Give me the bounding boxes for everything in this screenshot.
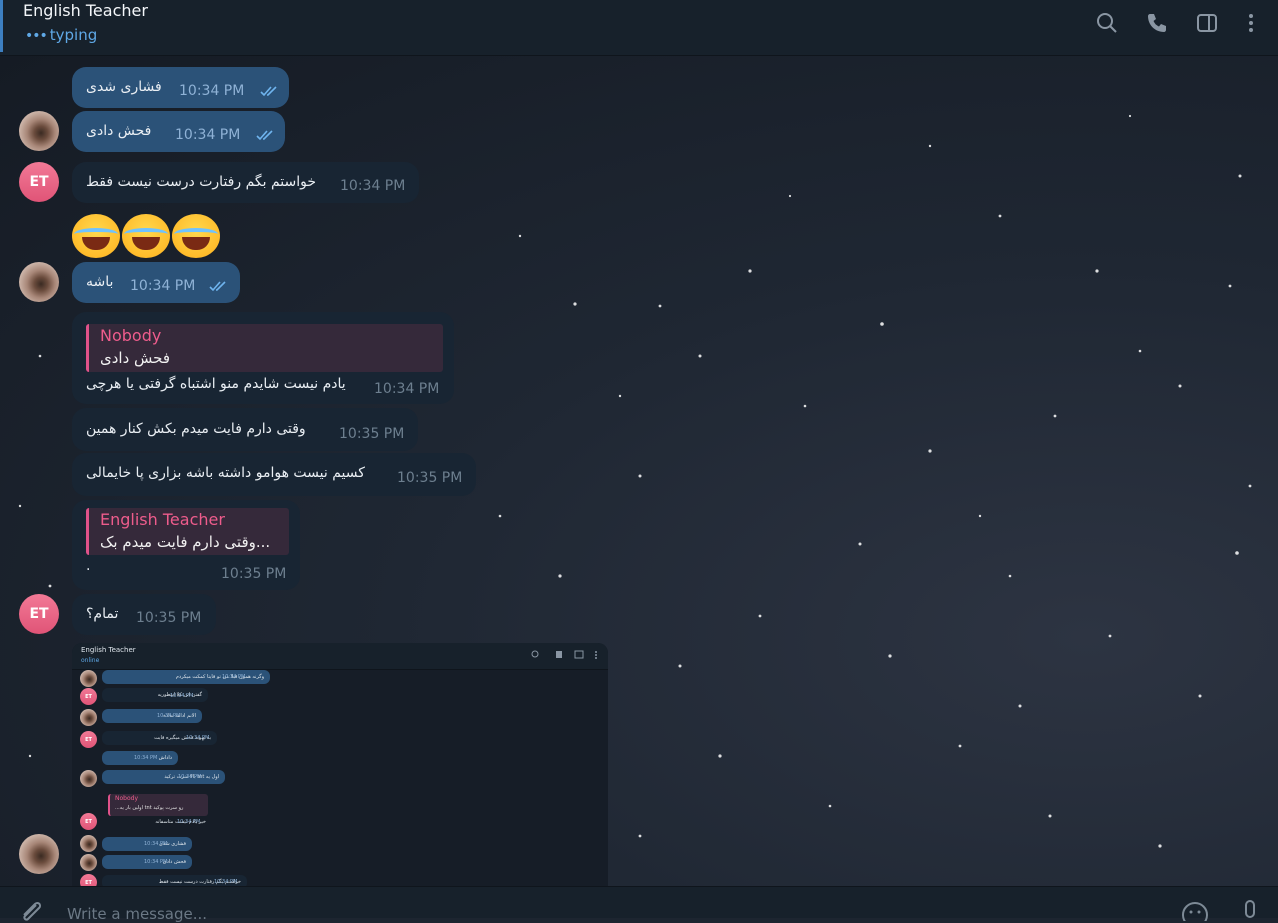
mini-avatar: ET	[80, 874, 97, 886]
mini-message: خیر یادم نیست متاسفانه 10:34 PM	[155, 819, 206, 825]
reply-quote[interactable]: English Teacher ...وقتی دارم فایت میدم ب…	[86, 508, 289, 555]
message-text: وقتی دارم فایت میدم بکش کنار همین	[86, 421, 306, 437]
message-text: تمام؟	[86, 606, 119, 622]
message-bubble[interactable]: فشاری شدی 10:34 PM	[72, 67, 289, 108]
laughing-emoji-icon	[172, 214, 220, 258]
reply-quote[interactable]: Nobody فحش دادی	[86, 324, 443, 372]
message-time: 10:34 PM	[374, 381, 440, 397]
emoji-picker-icon[interactable]	[1181, 901, 1209, 921]
message-time: 10:35 PM	[221, 566, 287, 582]
mini-avatar	[80, 770, 97, 787]
more-vert-icon[interactable]	[1239, 11, 1263, 35]
status-text: typing	[49, 26, 98, 44]
chat-status: ••• typing	[25, 26, 97, 44]
message-composer: Write a message...	[0, 886, 1278, 923]
screenshot-header: English Teacher online	[72, 643, 608, 670]
laughing-emoji-icon	[122, 214, 170, 258]
message-time: 10:35 PM	[339, 426, 405, 442]
double-check-icon	[260, 86, 277, 97]
mini-message: داداش 10:34 PM	[102, 751, 178, 765]
message-time: 10:35 PM	[136, 610, 202, 626]
screenshot-title: English Teacher	[81, 646, 136, 654]
message-bubble[interactable]: کسیم نیست هوامو داشته باشه بزاری پا خایم…	[72, 453, 476, 496]
message-bubble[interactable]: English Teacher ...وقتی دارم فایت میدم ب…	[72, 500, 300, 590]
mini-message: الانم ادامه نداده 10:34 PM	[102, 709, 202, 723]
attach-icon[interactable]	[18, 901, 44, 921]
reply-author: Nobody	[100, 326, 162, 345]
mini-avatar: ET	[80, 813, 97, 830]
message-bubble[interactable]: فحش دادی 10:34 PM	[72, 111, 285, 152]
mini-avatar	[80, 854, 97, 871]
message-time: 10:34 PM	[179, 83, 245, 99]
double-check-icon	[209, 281, 226, 292]
mini-message: اول یه tnt بالا سرت ترکید 10:34 PM	[102, 770, 225, 784]
message-text: باشه	[86, 274, 114, 290]
user-avatar[interactable]	[19, 111, 59, 151]
mini-reply: Nobody رو سرت پوکید tnt اولین بار یه...	[108, 794, 208, 816]
reply-text: ...وقتی دارم فایت میدم بک	[100, 533, 271, 551]
screenshot-header-icons	[531, 650, 597, 659]
message-bubble[interactable]: وقتی دارم فایت میدم بکش کنار همین 10:35 …	[72, 408, 418, 451]
message-text: فحش دادی	[86, 123, 152, 139]
mini-message: فشاری شدی 10:34 PM	[102, 837, 192, 851]
mini-avatar: ET	[80, 688, 97, 705]
message-bubble[interactable]: باشه 10:34 PM	[72, 262, 240, 303]
mini-avatar	[80, 670, 97, 687]
mini-avatar	[80, 709, 97, 726]
chat-header: English Teacher ••• typing	[0, 0, 1278, 56]
search-icon[interactable]	[1095, 11, 1119, 35]
active-indicator	[0, 0, 3, 52]
reply-author: English Teacher	[100, 510, 225, 529]
message-bubble[interactable]: تمام؟ 10:35 PM	[72, 594, 216, 635]
mini-avatar: ET	[80, 731, 97, 748]
double-check-icon	[256, 130, 273, 141]
message-text: یادم نیست شایدم منو اشتباه گرفتی یا هرچی	[86, 376, 346, 392]
message-bubble[interactable]: خواستم بگم رفتارت درست نیست فقط 10:34 PM	[72, 162, 419, 203]
message-time: 10:35 PM	[397, 470, 463, 486]
message-text: فشاری شدی	[86, 79, 162, 95]
mini-message: خواستم بگم رفتارت درست نیست فقط 10:34 PM	[102, 875, 247, 886]
mini-message: وگرنه همون قبلا من تو فایتا کمکت میکردم 1…	[102, 670, 270, 684]
chat-title[interactable]: English Teacher	[23, 1, 148, 20]
chat-area[interactable]: فشاری شدی 10:34 PM فحش دادی 10:34 PM ET …	[0, 56, 1278, 886]
emoji-message[interactable]	[72, 214, 222, 264]
message-bubble[interactable]: Nobody فحش دادی یادم نیست شایدم منو اشتب…	[72, 312, 454, 404]
sidebar-toggle-icon[interactable]	[1195, 11, 1219, 35]
mini-message: گفتن این کلا اینطوریه 10:34 PM	[102, 688, 208, 702]
laughing-emoji-icon	[72, 214, 120, 258]
message-time: 10:34 PM	[175, 127, 241, 143]
message-time: 10:34 PM	[340, 178, 406, 194]
mini-avatar	[80, 835, 97, 852]
typing-dots: •••	[25, 28, 48, 44]
screenshot-image-message[interactable]: English Teacher online وگرنه همون قبلا م…	[72, 643, 608, 886]
mini-message: به بهونه فحش میگیره فایت 10:34 PM	[102, 731, 217, 745]
screenshot-status: online	[81, 657, 100, 664]
mini-message: فحش دادی 10:34 PM	[102, 855, 192, 869]
reply-text: فحش دادی	[100, 349, 171, 367]
microphone-icon[interactable]	[1239, 899, 1261, 919]
message-text: .	[86, 558, 91, 574]
contact-avatar[interactable]: ET	[19, 162, 59, 202]
message-time: 10:34 PM	[130, 278, 196, 294]
message-text: خواستم بگم رفتارت درست نیست فقط	[86, 174, 317, 190]
message-text: کسیم نیست هوامو داشته باشه بزاری پا خایم…	[86, 465, 365, 481]
user-avatar[interactable]	[19, 834, 59, 874]
message-input[interactable]: Write a message...	[67, 905, 207, 923]
user-avatar[interactable]	[19, 262, 59, 302]
phone-icon[interactable]	[1145, 11, 1169, 35]
contact-avatar[interactable]: ET	[19, 594, 59, 634]
